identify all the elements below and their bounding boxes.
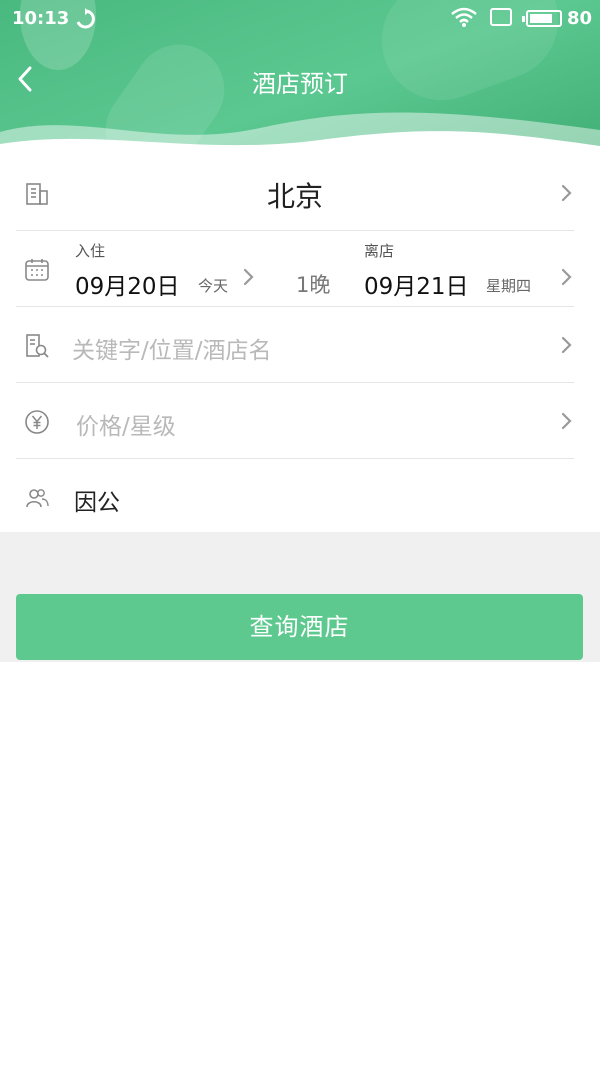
travel-type-value: 因公 [74,490,120,516]
yen-icon [25,410,49,434]
price-star-input[interactable]: 价格/星级 [76,407,176,441]
sync-icon [76,8,95,29]
chevron-right-icon [243,268,254,286]
wifi-icon [451,7,477,27]
screen-rotate-icon [490,8,512,26]
status-bar: 10:13 80 [0,0,600,38]
battery-level: 80 [567,8,593,29]
checkout-label: 离店 [364,242,395,260]
status-time: 10:13 [12,8,70,29]
chevron-right-icon [561,184,572,202]
city-row[interactable]: 北京 [16,155,574,231]
header-wave [0,112,600,160]
chevron-right-icon [561,336,572,354]
chevron-right-icon [561,268,572,286]
checkout-day: 星期四 [486,277,532,295]
travel-type-row[interactable]: 因公 [16,459,574,535]
city-value: 北京 [266,180,323,213]
building-search-icon [26,334,49,358]
header: 10:13 80 酒店预订 [0,0,600,160]
battery-icon [522,10,562,27]
booking-form: 北京 入住 09月20日 今天 1晚 离店 09月21日 星期四 关键字/位置/… [0,155,600,535]
price-row[interactable]: 价格/星级 [16,383,574,459]
people-icon [26,489,49,508]
keyword-row[interactable]: 关键字/位置/酒店名 [16,307,574,383]
checkin-label: 入住 [75,242,106,260]
chevron-right-icon [561,412,572,430]
checkout-date: 09月21日 [364,274,469,300]
keyword-input[interactable]: 关键字/位置/酒店名 [72,331,272,365]
page-title: 酒店预订 [252,70,348,98]
search-hotel-button[interactable]: 查询酒店 [16,594,583,660]
date-row: 入住 09月20日 今天 1晚 离店 09月21日 星期四 [16,231,574,307]
nights-count: 1晚 [296,273,331,297]
calendar-icon [25,259,49,281]
checkin-day: 今天 [198,277,229,295]
checkin-date: 09月20日 [75,274,180,300]
